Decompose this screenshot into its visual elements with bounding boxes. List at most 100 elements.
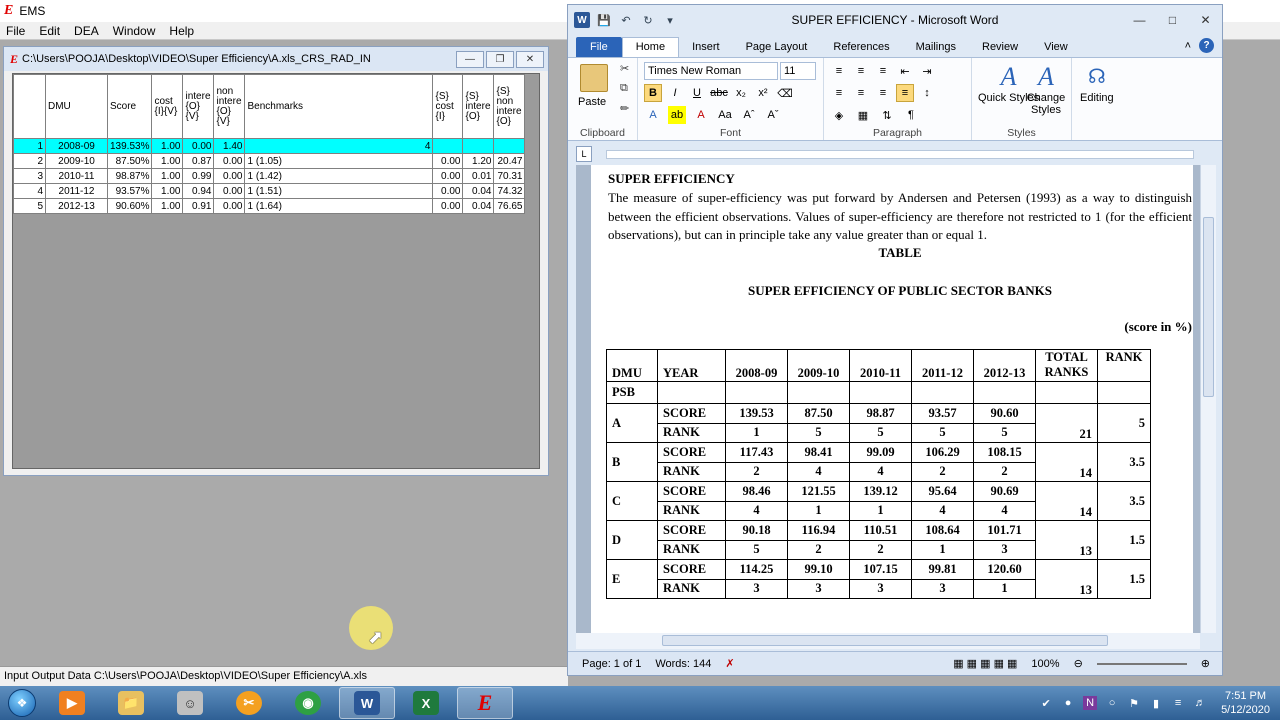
line-spacing-icon[interactable]: ↕ [918, 84, 936, 102]
tab-view[interactable]: View [1031, 38, 1081, 57]
undo-icon[interactable]: ↶ [618, 12, 634, 28]
child-minimize-button[interactable]: — [456, 50, 484, 68]
word-app-icon[interactable]: W [574, 12, 590, 28]
wifi-icon[interactable]: ≡ [1171, 696, 1185, 710]
horizontal-scroll-thumb[interactable] [662, 635, 1108, 646]
editing-button[interactable]: ☊ Editing [1080, 62, 1114, 104]
tab-review[interactable]: Review [969, 38, 1031, 57]
table-row[interactable]: 4 2011-12 93.57% 1.00 0.94 0.00 1 (1.51)… [13, 183, 526, 199]
tab-home[interactable]: Home [621, 37, 680, 57]
cut-icon[interactable]: ✂ [620, 62, 629, 75]
grid-header-nonintere[interactable]: non intere {O}{V} [213, 74, 246, 139]
tab-page-layout[interactable]: Page Layout [733, 38, 821, 57]
page-count[interactable]: Page: 1 of 1 [582, 658, 641, 670]
document-page[interactable]: SUPER EFFICIENCY The measure of super-ef… [591, 165, 1193, 633]
ems-menu-dea[interactable]: DEA [74, 24, 99, 38]
taskbar-app-3[interactable]: ☺ [162, 687, 218, 719]
align-center-icon[interactable]: ≡ [852, 84, 870, 102]
justify-icon[interactable]: ≡ [896, 84, 914, 102]
taskbar-app-4[interactable]: ✂ [221, 687, 277, 719]
zoom-in-icon[interactable]: ⊕ [1201, 657, 1210, 670]
minimize-ribbon-icon[interactable]: ˄ [1185, 40, 1191, 52]
grid-header-dmu[interactable]: DMU [45, 74, 108, 139]
table-row[interactable]: 1 2008-09 139.53% 1.00 0.00 1.40 4 [13, 138, 526, 154]
grow-font-icon[interactable]: Aˆ [740, 106, 758, 124]
bold-button[interactable]: B [644, 84, 662, 102]
paste-icon[interactable] [580, 64, 608, 92]
volume-icon[interactable]: ♬ [1193, 696, 1207, 710]
font-size-select[interactable]: 11 [780, 62, 816, 80]
font-name-select[interactable]: Times New Roman [644, 62, 778, 80]
zoom-out-icon[interactable]: ⊖ [1074, 657, 1083, 670]
shading-icon[interactable]: ◈ [830, 106, 848, 124]
italic-button[interactable]: I [666, 84, 684, 102]
horizontal-scrollbar[interactable] [576, 633, 1200, 649]
ems-menu-file[interactable]: File [6, 24, 25, 38]
grid-header-cost[interactable]: cost {I}{V} [151, 74, 184, 139]
child-restore-button[interactable]: ❐ [486, 50, 514, 68]
word-close-button[interactable]: ✕ [1189, 10, 1222, 30]
tab-mailings[interactable]: Mailings [903, 38, 969, 57]
customize-qat-icon[interactable]: ▾ [662, 12, 678, 28]
tab-selector-icon[interactable]: L [576, 146, 592, 162]
taskbar-media-player[interactable]: ▶ [44, 687, 100, 719]
table-row[interactable]: 3 2010-11 98.87% 1.00 0.99 0.00 1 (1.42)… [13, 168, 526, 184]
bullets-icon[interactable]: ≡ [830, 62, 848, 80]
word-count[interactable]: Words: 144 [655, 658, 711, 670]
change-case-icon[interactable]: Aa [716, 106, 734, 124]
tab-references[interactable]: References [820, 38, 902, 57]
sort-icon[interactable]: ⇅ [878, 106, 896, 124]
text-effects-icon[interactable]: A [644, 106, 662, 124]
taskbar-excel[interactable]: X [398, 687, 454, 719]
grid-header-slack-cost[interactable]: {S} cost {I} [432, 74, 464, 139]
child-title-bar[interactable]: E C:\Users\POOJA\Desktop\VIDEO\Super Eff… [4, 47, 548, 71]
shield-icon[interactable]: ✔ [1039, 696, 1053, 710]
borders-icon[interactable]: ▦ [854, 106, 872, 124]
help-icon[interactable]: ? [1199, 38, 1214, 53]
strikethrough-button[interactable]: abc [710, 84, 728, 102]
highlight-icon[interactable]: ab [668, 106, 686, 124]
usb-icon[interactable]: ● [1061, 696, 1075, 710]
superscript-button[interactable]: x² [754, 84, 772, 102]
numbering-icon[interactable]: ≡ [852, 62, 870, 80]
underline-button[interactable]: U [688, 84, 706, 102]
start-button[interactable]: ❖ [0, 686, 44, 720]
ems-menu-window[interactable]: Window [113, 24, 156, 38]
taskbar-word[interactable]: W [339, 687, 395, 719]
vertical-scrollbar[interactable] [1200, 165, 1216, 633]
zoom-slider[interactable] [1096, 662, 1187, 665]
grid-header-score[interactable]: Score [106, 74, 153, 139]
word-minimize-button[interactable]: — [1123, 10, 1156, 30]
grid-header-intere[interactable]: intere {O}{V} [182, 74, 215, 139]
network-app-icon[interactable]: ○ [1105, 696, 1119, 710]
tab-insert[interactable]: Insert [679, 38, 733, 57]
zoom-level[interactable]: 100% [1031, 658, 1059, 670]
ems-menu-edit[interactable]: Edit [39, 24, 60, 38]
grid-header-benchmarks[interactable]: Benchmarks [244, 74, 434, 139]
battery-icon[interactable]: ▮ [1149, 696, 1163, 710]
paste-button[interactable]: Paste [578, 96, 606, 108]
subscript-button[interactable]: x₂ [732, 84, 750, 102]
word-title-bar[interactable]: W 💾 ↶ ↻ ▾ SUPER EFFICIENCY - Microsoft W… [568, 5, 1222, 35]
onenote-icon[interactable]: N [1083, 696, 1098, 710]
align-left-icon[interactable]: ≡ [830, 84, 848, 102]
table-row[interactable]: 2 2009-10 87.50% 1.00 0.87 0.00 1 (1.05)… [13, 153, 526, 169]
redo-icon[interactable]: ↻ [640, 12, 656, 28]
ems-menu-help[interactable]: Help [169, 24, 194, 38]
format-painter-icon[interactable]: ✏ [620, 102, 629, 115]
horizontal-ruler[interactable]: L [576, 145, 1206, 163]
save-icon[interactable]: 💾 [596, 12, 612, 28]
grid-header-slack-intere[interactable]: {S} intere {O} [462, 74, 495, 139]
align-right-icon[interactable]: ≡ [874, 84, 892, 102]
font-color-icon[interactable]: A [692, 106, 710, 124]
increase-indent-icon[interactable]: ⇥ [918, 62, 936, 80]
taskbar-ems[interactable]: E [457, 687, 513, 719]
clear-formatting-icon[interactable]: ⌫ [776, 84, 794, 102]
proofing-icon[interactable]: ✗ [725, 657, 734, 670]
tab-file[interactable]: File [576, 37, 622, 57]
child-close-button[interactable]: ✕ [516, 50, 544, 68]
copy-icon[interactable]: ⧉ [620, 82, 628, 95]
vertical-scroll-thumb[interactable] [1203, 217, 1214, 397]
show-marks-icon[interactable]: ¶ [902, 106, 920, 124]
change-styles-button[interactable]: A Change Styles [1024, 62, 1068, 116]
